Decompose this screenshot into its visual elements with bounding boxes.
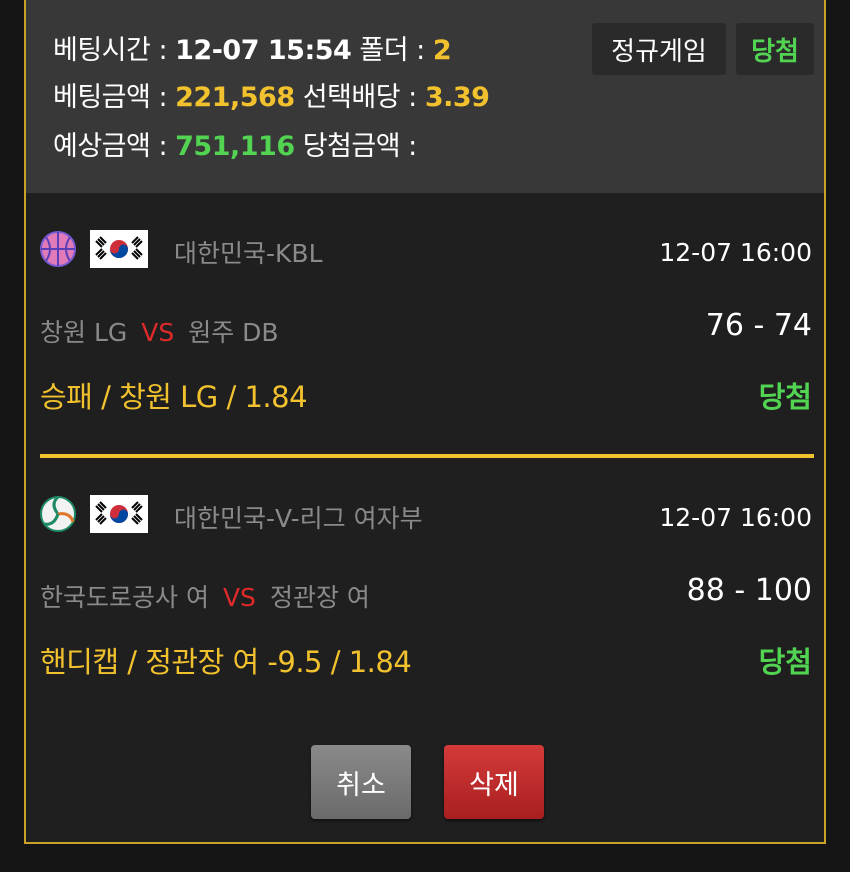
vs-label: VS [141, 318, 175, 347]
match-teams: 창원 LG VS 원주 DB [40, 313, 279, 349]
away-team: 정관장 여 [269, 583, 370, 612]
odds-value: 3.39 [424, 82, 490, 113]
match-result: 당첨 [758, 380, 812, 414]
basketball-icon [40, 231, 76, 267]
expected-label: 예상금액 : [53, 131, 176, 162]
bet-pick: 핸디캡 / 정관장 여 -9.5 / 1.84 [40, 645, 412, 679]
expected-value: 751,116 [175, 131, 295, 162]
delete-button[interactable]: 삭제 [444, 745, 544, 819]
match-teams: 한국도로공사 여 VS 정관장 여 [40, 578, 370, 614]
away-team: 원주 DB [188, 318, 279, 347]
korea-flag-icon [90, 495, 148, 533]
win-amount-label: 당첨금액 : [294, 131, 418, 162]
bet-amount-row: 베팅금액 : 221,568 선택배당 : 3.39 [53, 75, 490, 114]
bet-amount-label: 베팅금액 : [53, 82, 176, 113]
match-score: 76 - 74 [705, 308, 812, 343]
match-item: 대한민국-V-리그 여자부 12-07 16:00 한국도로공사 여 VS 정관장 … [26, 458, 824, 718]
home-team: 한국도로공사 여 [40, 583, 209, 612]
match-score: 88 - 100 [686, 573, 812, 608]
bet-amount-value: 221,568 [175, 82, 295, 113]
result-badge: 당첨 [736, 23, 814, 75]
match-item: 대한민국-KBL 12-07 16:00 창원 LG VS 원주 DB 76 - 7… [26, 193, 824, 453]
league-name: 대한민국-V-리그 여자부 [174, 504, 423, 533]
bet-summary: 베팅시간 : 12-07 15:54 폴더 : 2 베팅금액 : 221,568… [26, 0, 824, 193]
folder-value: 2 [432, 35, 452, 66]
match-time: 12-07 16:00 [659, 238, 812, 267]
bet-pick: 승패 / 창원 LG / 1.84 [40, 380, 308, 414]
cancel-button[interactable]: 취소 [311, 745, 411, 819]
bet-time-value: 12-07 15:54 [175, 35, 352, 66]
korea-flag-icon [90, 230, 148, 268]
home-team: 창원 LG [40, 318, 128, 347]
game-type-badge: 정규게임 [592, 23, 726, 75]
bet-detail-panel: 베팅시간 : 12-07 15:54 폴더 : 2 베팅금액 : 221,568… [24, 0, 826, 844]
vs-label: VS [222, 583, 256, 612]
volleyball-icon [40, 495, 76, 532]
bet-time-label: 베팅시간 : [53, 35, 176, 66]
folder-label: 폴더 : [351, 35, 433, 66]
league-name: 대한민국-KBL [174, 239, 323, 268]
match-time: 12-07 16:00 [659, 503, 812, 532]
bet-time-row: 베팅시간 : 12-07 15:54 폴더 : 2 [53, 28, 452, 67]
odds-label: 선택배당 : [294, 82, 425, 113]
expected-amount-row: 예상금액 : 751,116 당첨금액 : [53, 124, 417, 163]
match-result: 당첨 [758, 645, 812, 679]
